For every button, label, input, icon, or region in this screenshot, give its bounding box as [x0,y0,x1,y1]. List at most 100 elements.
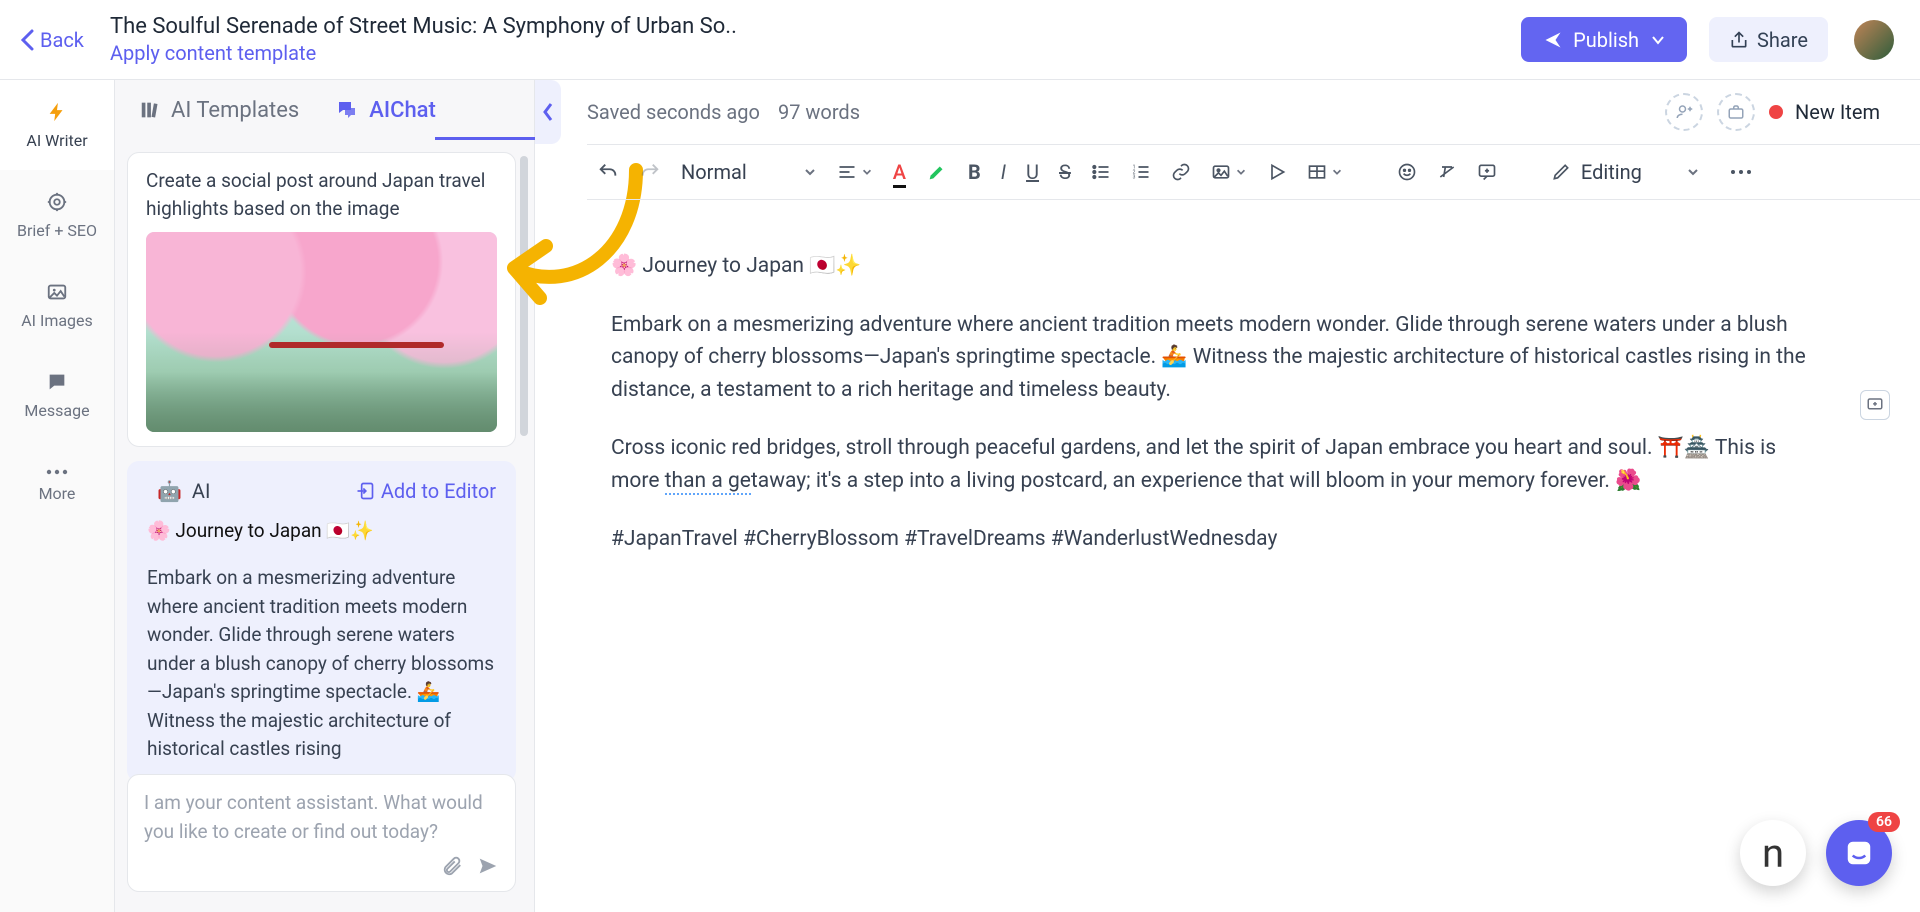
comment-button[interactable] [1477,162,1497,182]
chat-placeholder: I am your content assistant. What would … [144,789,499,847]
back-label: Back [40,28,84,52]
rail-label: AI Writer [26,131,87,150]
chat-icon [46,371,68,393]
paperclip-icon [441,855,463,877]
bold-button[interactable]: B [968,160,981,184]
tab-label: AIChat [369,98,436,123]
add-to-editor-button[interactable]: Add to Editor [355,479,496,503]
doc-heading: 🌸 Journey to Japan 🇯🇵✨ [611,250,1807,283]
chevron-down-icon [1651,33,1665,47]
number-list-icon: 123 [1131,162,1151,182]
overflow-button[interactable] [1730,168,1752,176]
undo-button[interactable] [597,161,619,183]
rail-label: Message [24,401,89,420]
font-color-button[interactable]: A [893,160,906,184]
robot-icon: 🤖 [157,479,182,503]
image-icon [46,281,68,303]
share-icon [1729,30,1749,50]
chevron-down-icon [861,166,873,178]
target-icon [46,191,68,213]
bullet-list-icon [1091,162,1111,182]
emoji-icon [1397,162,1417,182]
insert-icon [355,481,375,501]
highlighter-icon [926,161,948,183]
send-icon [477,855,499,877]
editor-meta-right: New Item [1665,93,1920,131]
underline-icon: U [1026,160,1039,184]
tab-ai-templates[interactable]: AI Templates [139,98,299,123]
status-chip[interactable]: New Item [1769,100,1880,124]
rail-ai-images[interactable]: AI Images [0,260,114,350]
publish-label: Publish [1573,28,1639,52]
document-title[interactable]: The Soulful Serenade of Street Music: A … [110,14,1521,39]
italic-icon: I [1001,160,1006,184]
table-icon [1307,162,1327,182]
align-left-icon [837,162,857,182]
rail-more[interactable]: More [0,440,114,530]
chevron-left-icon [541,101,555,123]
add-asset-button[interactable] [1717,93,1755,131]
apply-template-link[interactable]: Apply content template [110,41,1521,65]
paragraph-style-select[interactable]: Normal [681,160,817,184]
undo-icon [597,161,619,183]
mode-select[interactable]: Editing [1551,160,1710,184]
tab-ai-chat[interactable]: AIChat [335,98,436,123]
user-avatar[interactable] [1854,20,1894,60]
comment-plus-icon [1866,396,1884,414]
underline-button[interactable]: U [1026,160,1039,184]
back-button[interactable]: Back [20,28,84,52]
doc-paragraph-1: Embark on a mesmerizing adventure where … [611,309,1807,407]
image-icon [1211,162,1231,182]
collapse-panel-button[interactable] [535,80,561,144]
notification-badge: 66 [1868,812,1900,832]
chevron-down-icon [1235,166,1247,178]
link-button[interactable] [1171,162,1191,182]
chat-input[interactable]: I am your content assistant. What would … [127,774,516,892]
tab-label: AI Templates [171,98,299,123]
editor-area: Saved seconds ago 97 words New Item Norm… [561,80,1920,912]
ai-label: AI [192,479,211,503]
bolt-icon [46,101,68,123]
share-button[interactable]: Share [1709,17,1828,62]
add-comment-button[interactable] [1860,390,1890,420]
ai-response-body: Embark on a mesmerizing adventure where … [147,564,496,764]
rail-brief-seo[interactable]: Brief + SEO [0,170,114,260]
add-collaborator-button[interactable] [1665,93,1703,131]
library-icon [139,99,161,121]
italic-button[interactable]: I [1001,160,1006,184]
chat-bubbles-icon [335,98,359,122]
publish-button[interactable]: Publish [1521,17,1687,62]
clear-format-button[interactable] [1437,162,1457,182]
redo-button[interactable] [639,161,661,183]
strike-button[interactable]: S [1059,160,1071,184]
status-dot-icon [1769,105,1783,119]
doc-hashtags: #JapanTravel #CherryBlossom #TravelDream… [611,523,1807,556]
emoji-button[interactable] [1397,162,1417,182]
left-rail: AI Writer Brief + SEO AI Images Message … [0,80,115,912]
table-button[interactable] [1307,162,1343,182]
prompt-image[interactable] [146,232,497,432]
image-button[interactable] [1211,162,1247,182]
bullet-list-button[interactable] [1091,162,1111,182]
logo-n-icon: n [1762,830,1784,877]
svg-text:3: 3 [1133,175,1136,181]
send-button[interactable] [477,855,499,881]
rail-ai-writer[interactable]: AI Writer [0,80,114,170]
redo-icon [639,161,661,183]
clear-format-icon [1437,162,1457,182]
attach-button[interactable] [441,855,463,881]
save-status: Saved seconds ago [587,100,760,124]
document-body[interactable]: 🌸 Journey to Japan 🇯🇵✨ Embark on a mesme… [587,200,1917,556]
help-fab[interactable]: n [1740,820,1806,886]
intercom-icon [1844,838,1874,868]
ai-panel: AI Templates AIChat Create a social post… [115,80,535,912]
header-actions: Publish Share [1521,17,1894,62]
rail-message[interactable]: Message [0,350,114,440]
number-list-button[interactable]: 123 [1131,162,1151,182]
user-prompt-text: Create a social post around Japan travel… [146,167,497,222]
panel-scrollbar[interactable] [520,156,528,436]
video-button[interactable] [1267,162,1287,182]
align-button[interactable] [837,162,873,182]
ai-response-title: 🌸 Journey to Japan 🇯🇵✨ [147,519,496,542]
highlight-button[interactable] [926,161,948,183]
